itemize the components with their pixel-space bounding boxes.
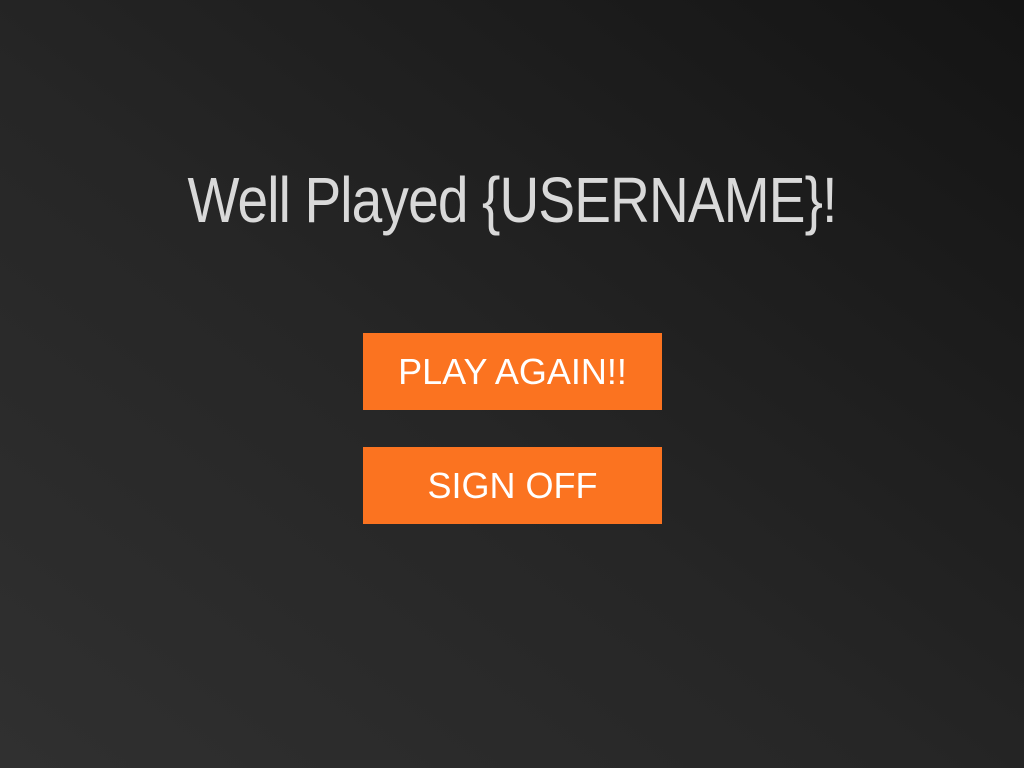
play-again-button[interactable]: PLAY AGAIN!! xyxy=(363,333,662,410)
end-game-screen: Well Played {USERNAME}! PLAY AGAIN!! SIG… xyxy=(0,0,1024,768)
well-played-heading: Well Played {USERNAME}! xyxy=(187,164,837,236)
sign-off-button[interactable]: SIGN OFF xyxy=(363,447,662,524)
